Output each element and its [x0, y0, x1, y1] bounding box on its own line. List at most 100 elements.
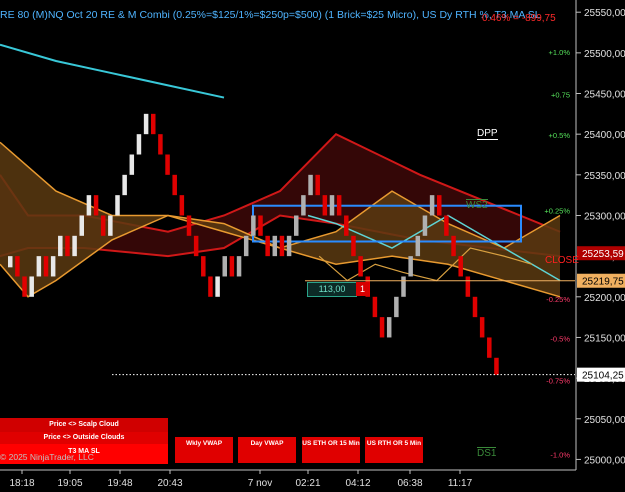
price-tag: 25253,59: [582, 249, 624, 260]
renko-brick: [58, 235, 63, 257]
renko-brick: [329, 195, 335, 216]
renko-brick: [351, 235, 356, 257]
us-eth-or-button[interactable]: US ETH OR 15 Min: [302, 437, 360, 463]
renko-brick: [208, 276, 213, 297]
time-tick-label: 06:38: [397, 478, 422, 489]
price-tick-label: 25050,00: [584, 415, 625, 426]
renko-brick: [415, 235, 421, 257]
renko-brick: [36, 256, 42, 277]
renko-brick: [272, 235, 278, 257]
level-ds1: DS1: [477, 447, 497, 459]
price-tick-label: 25150,00: [584, 333, 625, 344]
renko-brick: [358, 256, 363, 277]
renko-brick: [472, 296, 478, 318]
renko-brick: [243, 235, 249, 257]
price-tick-label: 25500,00: [584, 49, 625, 60]
vwap-line: [0, 43, 225, 99]
renko-brick: [193, 235, 199, 257]
renko-brick: [401, 276, 406, 297]
renko-brick: [451, 235, 456, 257]
percent-level-label: -1.0%: [550, 451, 570, 460]
renko-brick: [172, 174, 177, 196]
renko-brick: [479, 317, 485, 338]
renko-brick: [8, 256, 13, 268]
time-tick-label: 19:05: [57, 478, 82, 489]
scalp-cloud-button[interactable]: Price <> Scalp Cloud: [0, 418, 168, 432]
renko-brick: [308, 174, 313, 196]
renko-brick: [215, 276, 220, 297]
renko-brick: [286, 235, 292, 257]
renko-brick: [108, 215, 113, 236]
price-tick-label: 25000,00: [584, 455, 625, 466]
renko-brick: [236, 256, 242, 277]
renko-brick: [65, 235, 70, 257]
renko-brick: [315, 174, 320, 196]
renko-brick: [100, 215, 106, 236]
renko-brick: [251, 215, 256, 236]
order-quantity[interactable]: 113,00: [307, 282, 357, 297]
chart-title: RE 80 (M)NQ Oct 20 RE & M Combi (0.25%=$…: [0, 9, 541, 21]
renko-brick: [72, 235, 77, 257]
renko-brick: [344, 215, 349, 236]
renko-brick: [422, 215, 428, 236]
price-tick-label: 25550,00: [584, 8, 625, 19]
price-tick-label: 25350,00: [584, 171, 625, 182]
renko-brick: [151, 113, 156, 135]
renko-brick: [129, 154, 135, 175]
renko-brick: [394, 296, 399, 318]
renko-brick: [222, 256, 227, 277]
renko-brick: [22, 276, 27, 297]
time-tick-label: 11:17: [448, 478, 473, 489]
wkly-vwap-button[interactable]: Wkly VWAP: [175, 437, 233, 463]
renko-brick: [50, 256, 56, 277]
renko-brick: [379, 317, 385, 338]
time-tick-label: 18:18: [9, 478, 34, 489]
renko-brick: [322, 195, 328, 216]
renko-brick: [229, 256, 235, 277]
renko-brick: [15, 256, 20, 277]
renko-brick: [458, 256, 463, 277]
renko-brick: [179, 195, 185, 216]
percent-level-label: +0.25%: [544, 207, 570, 216]
price-tick-label: 25450,00: [584, 90, 625, 101]
renko-brick: [115, 195, 120, 216]
time-tick-label: 02:21: [295, 478, 320, 489]
price-tick-label: 25200,00: [584, 293, 625, 304]
renko-brick: [265, 235, 270, 257]
renko-brick: [122, 174, 127, 196]
level-close: CLOSE: [545, 255, 579, 266]
renko-brick: [279, 235, 285, 257]
renko-brick: [487, 337, 492, 358]
renko-brick: [86, 195, 92, 216]
pnl-readout: 0.46% = -899,75: [482, 13, 556, 24]
renko-brick: [386, 317, 392, 338]
renko-brick: [29, 276, 34, 297]
outside-clouds-button[interactable]: Price <> Outside Clouds: [0, 432, 168, 444]
copyright: © 2025 NinjaTrader, LLC: [0, 452, 94, 462]
time-tick-label: 20:43: [157, 478, 182, 489]
percent-level-label: +0.75: [551, 90, 570, 99]
level-ws2: WS2: [466, 199, 488, 211]
renko-brick: [186, 215, 192, 236]
order-count[interactable]: 1: [356, 282, 369, 296]
percent-level-label: +0.5%: [549, 131, 571, 140]
time-tick-label: 7 nov: [248, 478, 272, 489]
price-tick-label: 25300,00: [584, 211, 625, 222]
us-rth-or-button[interactable]: US RTH OR 5 Min: [365, 437, 423, 463]
time-tick-label: 19:48: [107, 478, 132, 489]
price-tick-label: 25400,00: [584, 130, 625, 141]
price-tag: 25104,25: [582, 371, 624, 382]
renko-brick: [444, 215, 449, 236]
renko-brick: [294, 215, 299, 236]
day-vwap-button[interactable]: Day VWAP: [238, 437, 296, 463]
renko-brick: [336, 195, 342, 216]
renko-brick: [372, 296, 378, 318]
renko-brick: [165, 154, 170, 175]
renko-brick: [43, 256, 49, 277]
time-tick-label: 04:12: [345, 478, 370, 489]
renko-brick: [136, 134, 142, 155]
renko-brick: [201, 256, 206, 277]
percent-level-label: -0.5%: [550, 334, 570, 343]
renko-brick: [494, 357, 499, 375]
level-dpp: DPP: [477, 128, 498, 140]
